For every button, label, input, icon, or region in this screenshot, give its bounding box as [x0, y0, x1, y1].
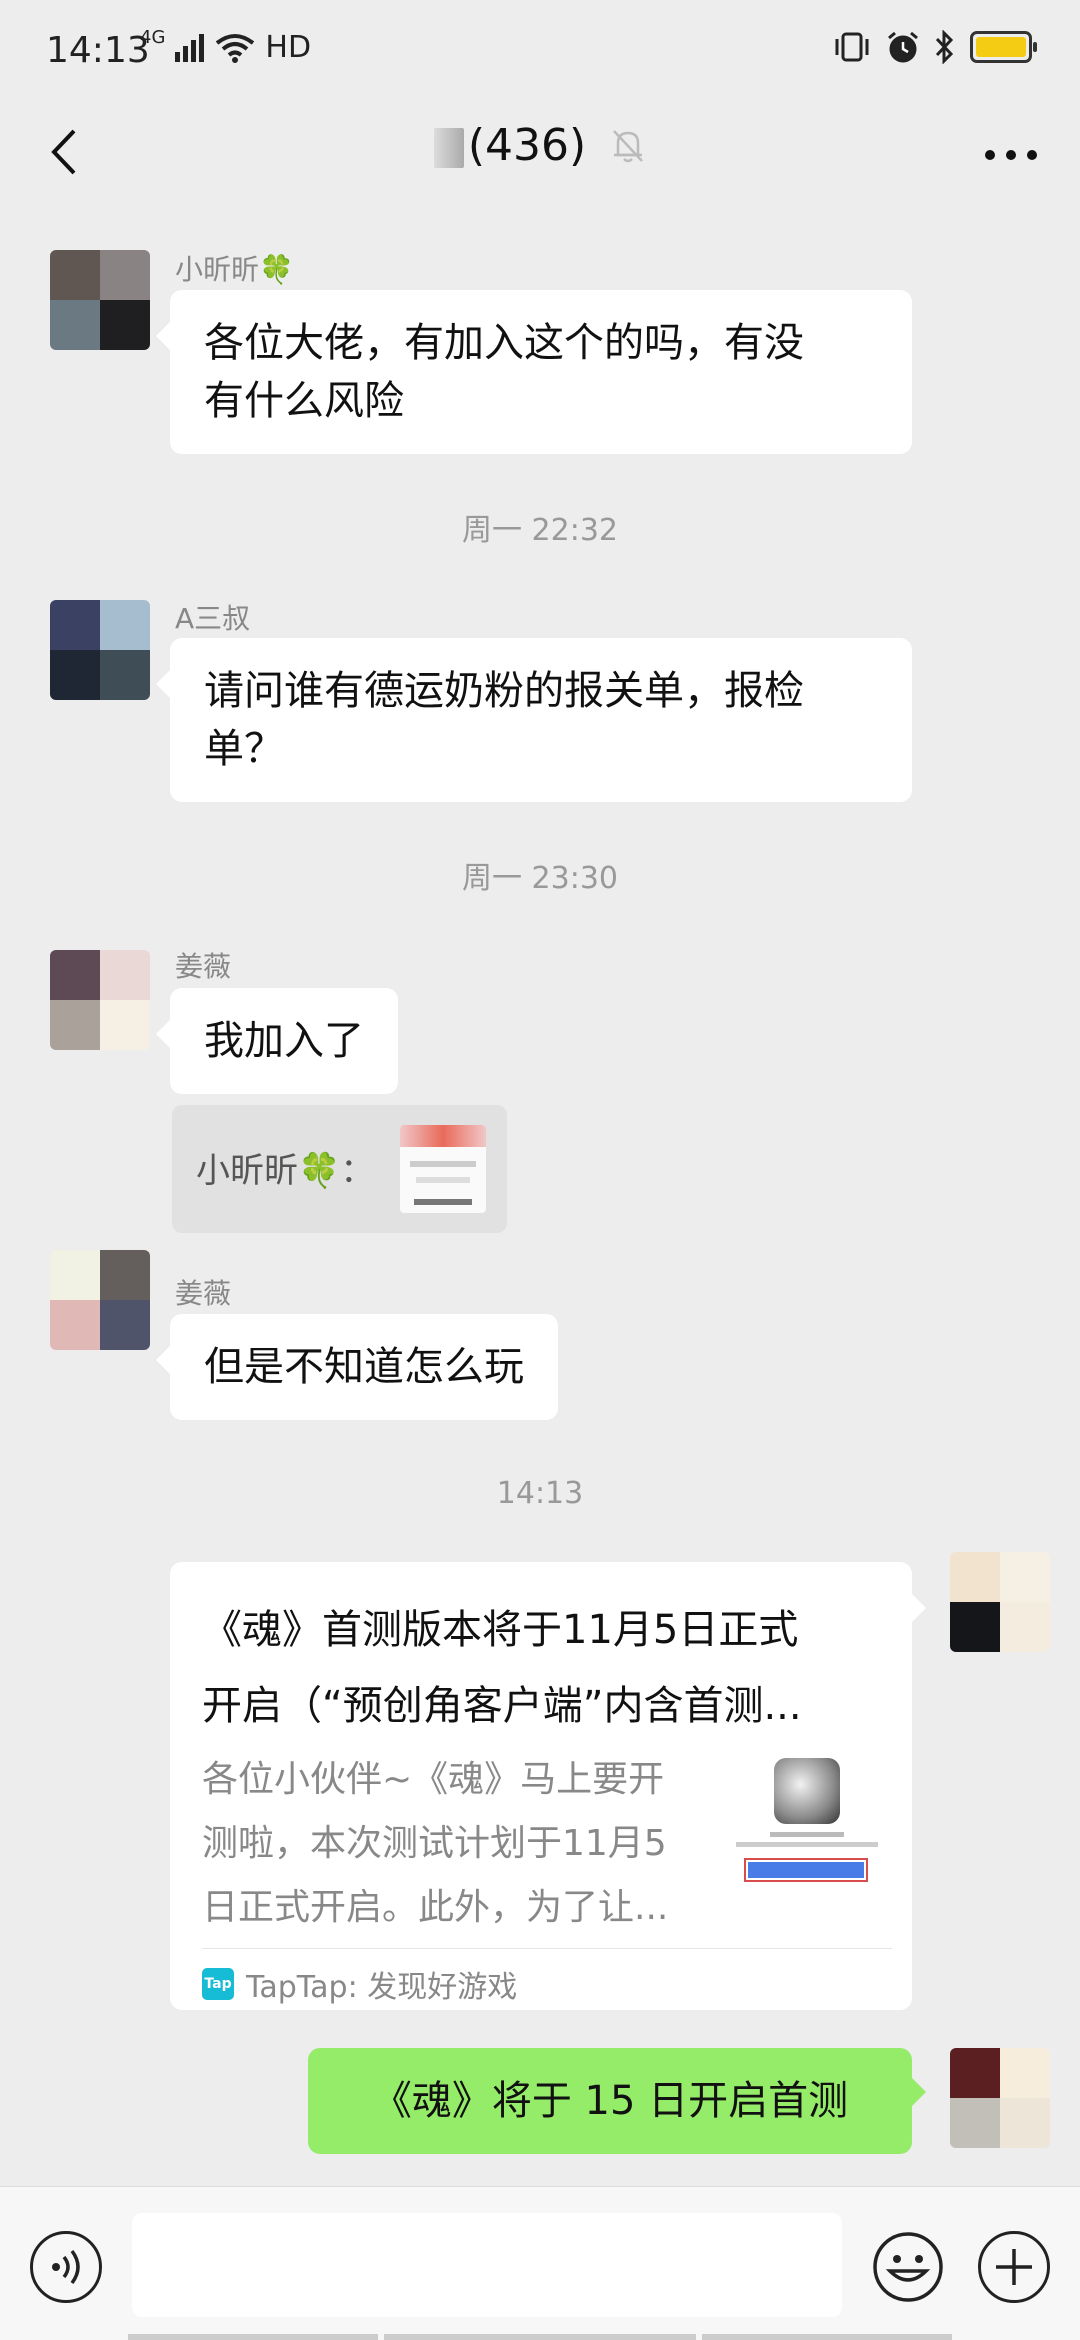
gesture-bar-left — [128, 2334, 378, 2340]
link-card-desc-line: 各位小伙伴~《魂》马上要开 — [202, 1759, 665, 1800]
message-text-line: 有什么风险 — [204, 378, 404, 424]
vibrate-icon — [835, 32, 869, 62]
link-card-message[interactable]: 《魂》首测版本将于11月5日正式 开启（“预创角客户端”内含首测... 各位小伙… — [170, 1562, 926, 2010]
link-card-desc-line: 日正式开启。此外，为了让... — [202, 1887, 669, 1928]
quoted-message[interactable]: 小昕昕🍀： — [172, 1105, 507, 1233]
time-divider: 14:13 — [496, 1476, 584, 1511]
my-avatar[interactable] — [950, 1552, 1050, 1652]
link-card-title-line: 《魂》首测版本将于11月5日正式 — [202, 1607, 799, 1653]
avatar[interactable] — [50, 600, 150, 700]
battery-icon — [970, 31, 1037, 63]
message-bubble[interactable]: 请问谁有德运奶粉的报关单，报检 单？ — [156, 638, 912, 802]
avatar[interactable] — [50, 950, 150, 1050]
emoji-button[interactable] — [872, 2231, 944, 2303]
message-text-line: 请问谁有德运奶粉的报关单，报检 — [204, 668, 804, 714]
signal-icon — [175, 33, 205, 62]
chat-header: (436) — [0, 100, 1080, 210]
message-text: 我加入了 — [204, 1018, 364, 1064]
message-text: 《魂》将于 15 日开启首测 — [371, 2078, 849, 2124]
link-card-source: Tap TapTap: 发现好游戏 — [202, 1962, 517, 2006]
link-card-source-name: TapTap: 发现好游戏 — [246, 1970, 518, 2005]
quote-text: 小昕昕🍀： — [196, 1151, 375, 1191]
alarm-icon — [888, 31, 918, 63]
link-card-title-line: 开启（“预创角客户端”内含首测... — [202, 1683, 802, 1729]
message-bubble[interactable]: 各位大佬，有加入这个的吗，有没 有什么风险 — [156, 290, 912, 454]
more-dots-icon — [985, 150, 1037, 160]
message-input[interactable] — [132, 2213, 842, 2317]
my-message-bubble[interactable]: 《魂》将于 15 日开启首测 — [308, 2048, 926, 2154]
mute-bell-icon — [613, 129, 644, 162]
network-type-label: 4G — [140, 27, 166, 48]
sender-name: A三叔 — [175, 602, 251, 635]
input-bar — [0, 2186, 1080, 2340]
voice-input-button[interactable] — [30, 2231, 102, 2303]
plus-icon — [996, 2249, 1032, 2285]
link-card-desc-line: 测啦，本次测试计划于11月5 — [202, 1823, 667, 1864]
status-system-icons — [832, 30, 1037, 64]
link-card-title: 《魂》首测版本将于11月5日正式 开启（“预创角客户端”内含首测... — [202, 1592, 892, 1744]
message-bubble[interactable]: 我加入了 — [156, 988, 398, 1094]
gesture-bar-right — [702, 2334, 952, 2340]
title-redacted — [433, 128, 464, 168]
sender-name: 姜薇 — [175, 950, 232, 983]
status-time: 14:13 — [46, 30, 150, 71]
link-card-description: 各位小伙伴~《魂》马上要开 测啦，本次测试计划于11月5 日正式开启。此外，为了… — [202, 1748, 682, 1940]
status-bar: 14:13 4G HD — [0, 0, 1080, 100]
my-avatar[interactable] — [950, 2048, 1050, 2148]
more-functions-button[interactable] — [978, 2231, 1050, 2303]
taptap-icon: Tap — [202, 1968, 234, 2000]
status-network-icons: 4G HD — [140, 27, 312, 65]
member-count: (436) — [467, 120, 587, 171]
wifi-icon — [216, 33, 255, 63]
message-text-line: 各位大佬，有加入这个的吗，有没 — [204, 320, 804, 366]
hd-label: HD — [265, 30, 312, 65]
sender-name: 小昕昕🍀 — [175, 253, 294, 286]
chat-title: (436) — [0, 120, 1080, 171]
message-text-line: 单？ — [204, 726, 284, 772]
quoted-image-thumbnail[interactable] — [400, 1125, 486, 1213]
time-divider: 周一 23:30 — [462, 861, 618, 896]
avatar[interactable] — [50, 1250, 150, 1350]
avatar[interactable] — [50, 250, 150, 350]
emoji-icon — [873, 2232, 943, 2302]
link-card-thumbnail — [730, 1742, 890, 1922]
gesture-bar-center — [384, 2334, 696, 2340]
bluetooth-icon — [935, 30, 954, 64]
message-bubble[interactable]: 但是不知道怎么玩 — [156, 1314, 558, 1420]
message-text: 但是不知道怎么玩 — [204, 1344, 524, 1390]
time-divider: 周一 22:32 — [462, 513, 618, 548]
link-card-divider — [202, 1948, 892, 1949]
voice-icon — [52, 2249, 80, 2285]
more-options-button[interactable] — [976, 130, 1046, 180]
sender-name: 姜薇 — [175, 1277, 232, 1310]
